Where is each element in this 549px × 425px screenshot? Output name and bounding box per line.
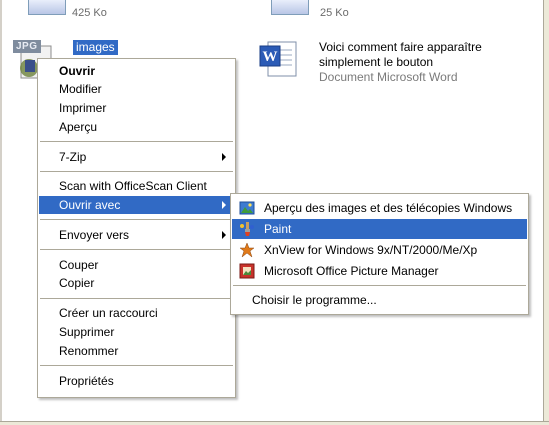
picture-viewer-icon <box>239 201 255 215</box>
submenu-item-paint[interactable]: Paint <box>232 219 527 239</box>
menu-item-print[interactable]: Imprimer <box>39 99 234 117</box>
submenu-separator <box>233 285 526 286</box>
submenu-item-xnview[interactable]: XnView for Windows 9x/NT/2000/Me/Xp <box>232 240 527 260</box>
menu-separator <box>40 141 233 142</box>
menu-item-rename[interactable]: Renommer <box>39 342 234 360</box>
menu-item-cut[interactable]: Couper <box>39 256 234 274</box>
menu-separator <box>40 298 233 299</box>
top-right-file-size: 25 Ko <box>320 7 349 19</box>
menu-item-send-to-label: Envoyer vers <box>59 228 130 242</box>
selected-file-name[interactable]: images <box>73 40 118 55</box>
submenu-arrow-icon <box>222 231 226 239</box>
submenu-arrow-icon <box>222 201 226 209</box>
xnview-icon <box>239 242 255 258</box>
window-bottom-edge <box>0 421 549 425</box>
word-document-title-line2: simplement le bouton <box>319 55 434 69</box>
svg-text:W: W <box>263 49 278 65</box>
window-left-edge <box>0 0 2 425</box>
menu-item-send-to[interactable]: Envoyer vers <box>39 226 234 244</box>
menu-item-open-with[interactable]: Ouvrir avec <box>39 196 234 214</box>
menu-separator <box>40 219 233 220</box>
menu-item-7zip[interactable]: 7-Zip <box>39 148 234 166</box>
submenu-item-windows-preview-label: Aperçu des images et des télécopies Wind… <box>264 201 513 215</box>
open-with-submenu: Aperçu des images et des télécopies Wind… <box>230 193 529 315</box>
jpg-badge: JPG <box>13 40 41 53</box>
menu-item-preview[interactable]: Aperçu <box>39 118 234 136</box>
menu-item-edit[interactable]: Modifier <box>39 80 234 98</box>
word-document-title-line1: Voici comment faire apparaître <box>319 40 482 54</box>
submenu-item-windows-preview[interactable]: Aperçu des images et des télécopies Wind… <box>232 198 527 218</box>
menu-item-properties[interactable]: Propriétés <box>39 372 234 390</box>
word-document-icon[interactable]: W <box>258 38 302 82</box>
word-document-type: Document Microsoft Word <box>319 70 458 84</box>
menu-separator <box>40 171 233 172</box>
top-left-file-icon[interactable] <box>28 0 66 15</box>
menu-item-scan[interactable]: Scan with OfficeScan Client <box>39 177 234 195</box>
submenu-item-picture-manager-label: Microsoft Office Picture Manager <box>264 264 439 278</box>
menu-item-7zip-label: 7-Zip <box>59 150 87 164</box>
top-left-file-size: 425 Ko <box>72 7 107 19</box>
menu-item-copy[interactable]: Copier <box>39 274 234 292</box>
submenu-item-xnview-label: XnView for Windows 9x/NT/2000/Me/Xp <box>264 243 478 257</box>
top-right-file-icon[interactable] <box>271 0 309 15</box>
menu-item-create-shortcut[interactable]: Créer un raccourci <box>39 304 234 322</box>
submenu-item-choose-program[interactable]: Choisir le programme... <box>232 290 527 310</box>
word-document-label[interactable]: Voici comment faire apparaître simplemen… <box>319 40 482 85</box>
submenu-item-paint-label: Paint <box>264 222 292 236</box>
paint-icon <box>240 222 254 236</box>
menu-separator <box>40 249 233 250</box>
menu-item-open-with-label: Ouvrir avec <box>59 198 121 212</box>
submenu-arrow-icon <box>222 153 226 161</box>
picture-manager-icon <box>239 263 255 279</box>
submenu-item-picture-manager[interactable]: Microsoft Office Picture Manager <box>232 261 527 281</box>
context-menu: Ouvrir Modifier Imprimer Aperçu 7-Zip Sc… <box>37 58 236 398</box>
menu-item-open[interactable]: Ouvrir <box>39 62 234 80</box>
menu-item-delete[interactable]: Supprimer <box>39 323 234 341</box>
window-right-edge <box>543 0 549 425</box>
menu-separator <box>40 365 233 366</box>
